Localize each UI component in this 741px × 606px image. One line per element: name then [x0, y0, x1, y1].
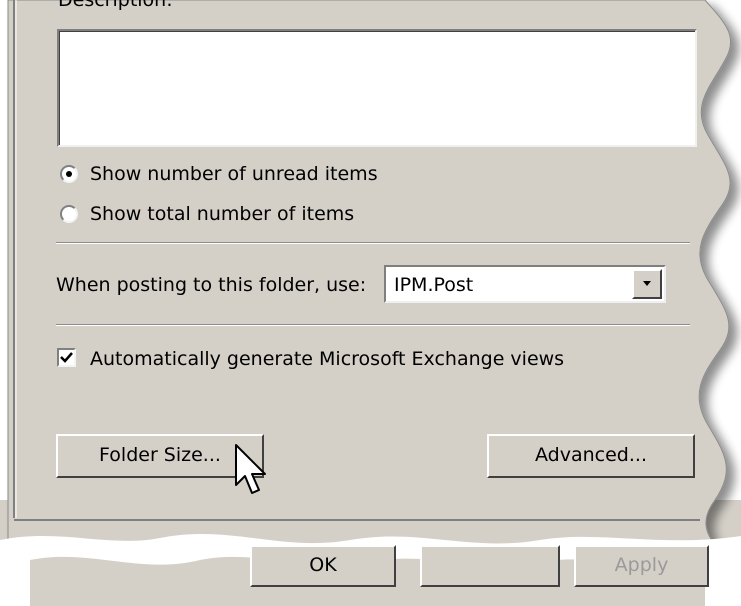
description-textarea[interactable] [57, 29, 697, 147]
apply-label: Apply [614, 554, 669, 576]
radio-unread-items[interactable] [60, 165, 78, 183]
advanced-label: Advanced... [535, 444, 647, 466]
ok-button[interactable]: OK [250, 545, 396, 587]
advanced-button[interactable]: Advanced... [487, 434, 695, 478]
radio-total-label[interactable]: Show total number of items [90, 203, 354, 225]
description-label: Description: [58, 0, 173, 11]
apply-button[interactable]: Apply [574, 545, 709, 587]
auto-views-checkbox[interactable] [57, 348, 76, 367]
posting-form-select[interactable]: IPM.Post [384, 265, 666, 303]
posting-form-value: IPM.Post [394, 274, 474, 296]
folder-size-label: Folder Size... [99, 444, 221, 466]
checkmark-icon [60, 352, 73, 363]
chevron-down-icon [643, 281, 651, 286]
auto-views-label[interactable]: Automatically generate Microsoft Exchang… [90, 348, 564, 370]
dropdown-button[interactable] [632, 269, 662, 299]
dialog-screenshot: Description: Show number of unread items… [0, 0, 741, 606]
radio-total-items[interactable] [60, 205, 78, 223]
separator [56, 242, 690, 244]
posting-label: When posting to this folder, use: [56, 274, 367, 296]
mouse-pointer-icon [235, 444, 266, 494]
separator [56, 324, 690, 326]
radio-unread-label[interactable]: Show number of unread items [90, 163, 378, 185]
radio-selected-dot [66, 171, 72, 177]
cancel-button-partial[interactable] [420, 545, 560, 587]
ok-label: OK [309, 554, 337, 576]
